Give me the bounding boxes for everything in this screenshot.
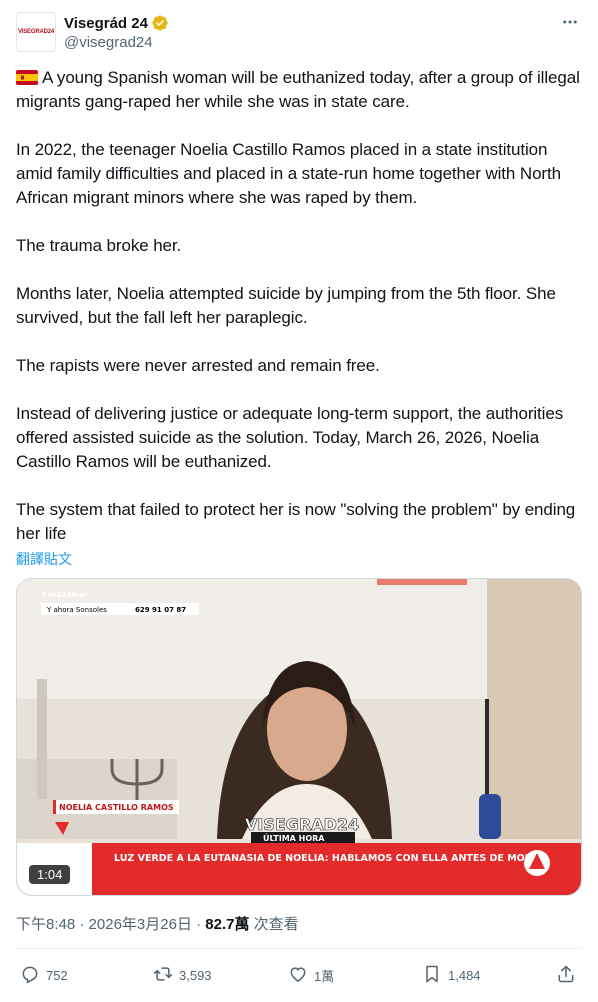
- tweet-time[interactable]: 下午8:48: [16, 916, 75, 933]
- action-bar: 752 3,593 1萬 1,484: [16, 960, 582, 988]
- tweet-paragraph: Instead of delivering justice or adequat…: [16, 404, 564, 471]
- video-name-tag: NOELIA CASTILLO RAMOS: [59, 803, 174, 812]
- reply-count: 752: [46, 967, 68, 983]
- video-frame: #YAS24Mar Y ahora Sonsoles 629 91 07 87 …: [17, 579, 581, 895]
- tweet-paragraph: In 2022, the teenager Noelia Castillo Ra…: [16, 140, 561, 207]
- repost-icon: [153, 967, 173, 981]
- video-phone-label: Y ahora Sonsoles: [46, 606, 107, 614]
- author-name-row: Visegrád 24: [64, 12, 169, 34]
- video-player[interactable]: #YAS24Mar Y ahora Sonsoles 629 91 07 87 …: [16, 578, 582, 896]
- video-breaking-label: ÚLTIMA HORA: [263, 832, 325, 843]
- tweet-paragraph: The system that failed to protect her is…: [16, 500, 576, 543]
- more-dots-icon: [563, 20, 577, 24]
- video-ticker-text: LUZ VERDE A LA EUTANASIA DE NOELIA: HABL…: [114, 853, 544, 864]
- repost-count: 3,593: [179, 967, 212, 983]
- repost-button[interactable]: 3,593: [153, 960, 212, 988]
- like-count: 1萬: [314, 968, 335, 984]
- spain-flag-icon: [16, 70, 38, 85]
- share-icon: [558, 965, 574, 983]
- tweet-paragraph: A young Spanish woman will be euthanized…: [16, 68, 580, 111]
- verified-badge-icon[interactable]: [151, 14, 169, 32]
- video-watermark: VISEGRAD24: [245, 815, 359, 834]
- divider: [16, 948, 582, 949]
- meta-separator: ·: [196, 916, 206, 933]
- bookmark-icon: [426, 965, 438, 983]
- more-options-button[interactable]: [560, 12, 580, 32]
- meta-separator: ·: [79, 916, 89, 933]
- avatar[interactable]: VISEGRAD24: [16, 12, 56, 52]
- video-hashtag: #YAS24Mar: [41, 591, 87, 599]
- bookmark-button[interactable]: 1,484: [422, 960, 481, 988]
- heart-icon: [290, 967, 306, 982]
- avatar-logo-text: VISEGRAD24: [17, 29, 54, 35]
- video-phone-number: 629 91 07 87: [135, 606, 186, 614]
- view-count-label: 次查看: [253, 916, 299, 933]
- tweet-paragraph: The trauma broke her.: [16, 236, 182, 255]
- bookmark-count: 1,484: [448, 967, 481, 983]
- tweet-header: VISEGRAD24 Visegrád 24 @visegrad24: [16, 12, 582, 56]
- reply-button[interactable]: 752: [20, 960, 68, 988]
- author-handle[interactable]: @visegrad24: [64, 34, 153, 51]
- translate-post-link[interactable]: 翻譯貼文: [16, 549, 72, 569]
- reply-icon: [22, 966, 38, 984]
- tweet-meta: 下午8:48 · 2026年3月26日 · 82.7萬 次查看: [16, 913, 299, 934]
- tweet-date[interactable]: 2026年3月26日: [89, 916, 192, 933]
- tweet-paragraph: Months later, Noelia attempted suicide b…: [16, 284, 556, 327]
- share-button[interactable]: [556, 960, 576, 988]
- view-count[interactable]: 82.7萬: [205, 916, 249, 933]
- video-duration: 1:04: [29, 865, 71, 884]
- tweet-text: A young Spanish woman will be euthanized…: [16, 66, 582, 546]
- author-display-name[interactable]: Visegrád 24: [64, 15, 148, 32]
- like-button[interactable]: 1萬: [288, 960, 334, 988]
- tweet-paragraph: The rapists were never arrested and rema…: [16, 356, 380, 375]
